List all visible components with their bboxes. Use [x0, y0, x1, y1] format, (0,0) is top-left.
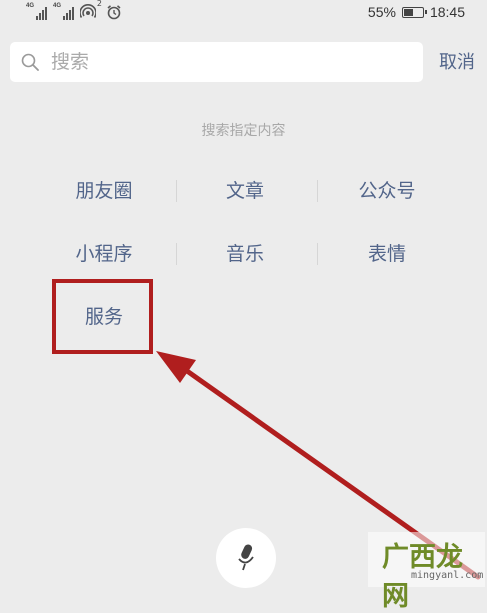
watermark: 广西龙网 mingyanl.com — [368, 532, 485, 612]
voice-search-button[interactable] — [216, 528, 276, 588]
annotation-arrow — [156, 351, 481, 580]
watermark-url: mingyanl.com — [411, 570, 484, 581]
microphone-icon — [236, 543, 256, 575]
